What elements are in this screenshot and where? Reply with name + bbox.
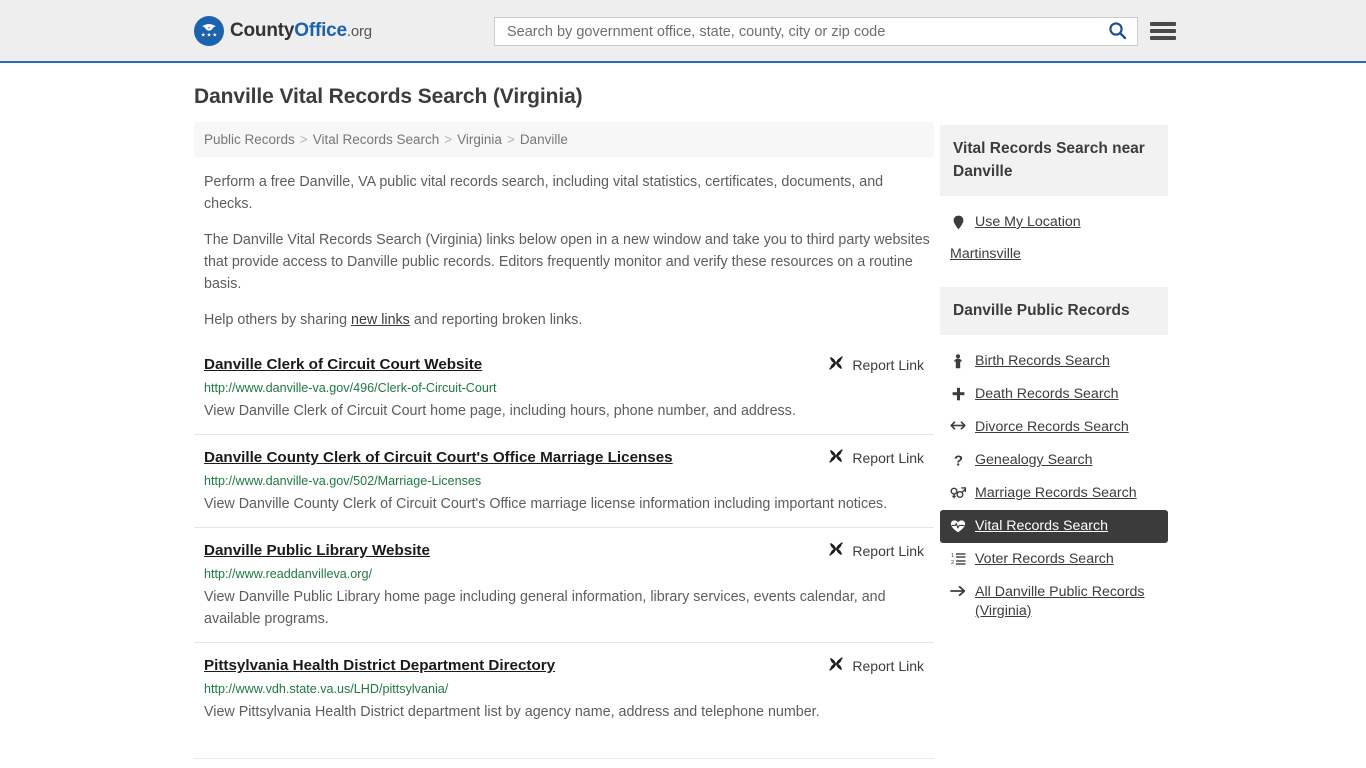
- results-list: Danville Clerk of Circuit Court Website: [194, 347, 934, 735]
- report-link-label: Report Link: [852, 657, 924, 674]
- hamburger-menu-icon[interactable]: [1150, 20, 1176, 42]
- page-title: Danville Vital Records Search (Virginia): [194, 85, 583, 108]
- content-bottom-divider: [194, 758, 934, 759]
- venus-mars-icon: [950, 486, 966, 500]
- report-link-button[interactable]: Report Link: [828, 448, 924, 467]
- breadcrumb-item-vital-records-search[interactable]: Vital Records Search: [313, 132, 440, 147]
- sidebar-item-label: Death Records Search: [975, 386, 1119, 402]
- use-my-location-label: Use My Location: [975, 214, 1081, 230]
- broken-link-icon: [828, 541, 844, 560]
- sidebar-item-label: Birth Records Search: [975, 353, 1110, 369]
- search-icon: [1108, 21, 1127, 43]
- sidebar-item-label: Vital Records Search: [975, 518, 1109, 534]
- result-title-link[interactable]: Pittsylvania Health District Department …: [204, 656, 555, 676]
- broken-link-icon: [828, 656, 844, 675]
- hamburger-bar: [1150, 22, 1176, 26]
- search-input[interactable]: [505, 18, 1106, 45]
- sidebar-item-voter-records-search[interactable]: 1 2 Voter Records Search: [940, 543, 1168, 576]
- svg-text:1: 1: [951, 553, 954, 559]
- sidebar-item-label: Genealogy Search: [975, 452, 1093, 468]
- result-description: View Pittsylvania Health District depart…: [204, 704, 820, 720]
- breadcrumb-separator: >: [506, 132, 515, 147]
- search-bar[interactable]: [494, 17, 1138, 46]
- main-content: Danville Vital Records Search (Virginia)…: [194, 85, 934, 735]
- public-records-panel-body: Birth Records Search Death Records Searc…: [940, 335, 1168, 628]
- hamburger-bar: [1150, 29, 1176, 33]
- sidebar-item-divorce-records-search[interactable]: Divorce Records Search: [940, 411, 1168, 444]
- use-my-location-link[interactable]: Use My Location: [940, 206, 1168, 239]
- search-button[interactable]: [1106, 21, 1129, 43]
- nearby-panel-body: Use My Location Martinsville: [940, 196, 1168, 269]
- result-title-link[interactable]: Danville Public Library Website: [204, 541, 430, 561]
- result-description: View Danville Clerk of Circuit Court hom…: [204, 403, 796, 419]
- result-description: View Danville Public Library home page i…: [204, 589, 886, 627]
- result-url[interactable]: http://www.danville-va.gov/496/Clerk-of-…: [204, 380, 924, 397]
- breadcrumb-item-danville[interactable]: Danville: [520, 132, 568, 147]
- site-header: CountyOffice.org: [0, 0, 1366, 63]
- new-links-link[interactable]: new links: [351, 312, 410, 328]
- breadcrumb-separator: >: [444, 132, 453, 147]
- svg-text:2: 2: [951, 560, 954, 565]
- report-link-label: Report Link: [852, 542, 924, 559]
- sidebar: Vital Records Search near Danville Use M…: [940, 125, 1168, 646]
- baby-icon: [950, 354, 966, 369]
- intro-paragraph-3: Help others by sharing new links and rep…: [194, 309, 934, 331]
- report-link-button[interactable]: Report Link: [828, 656, 924, 675]
- sidebar-item-label: All Danville Public Records (Virginia): [975, 584, 1145, 619]
- nearby-panel: Vital Records Search near Danville Use M…: [940, 125, 1168, 269]
- sidebar-item-genealogy-search[interactable]: ? Genealogy Search: [940, 444, 1168, 477]
- result-url[interactable]: http://www.danville-va.gov/502/Marriage-…: [204, 473, 924, 490]
- public-records-panel-heading: Danville Public Records: [940, 287, 1168, 335]
- result-item: Danville Clerk of Circuit Court Website: [194, 347, 934, 434]
- result-title-link[interactable]: Danville Clerk of Circuit Court Website: [204, 355, 482, 375]
- broken-link-icon: [828, 448, 844, 467]
- breadcrumb-item-public-records[interactable]: Public Records: [204, 132, 295, 147]
- report-link-button[interactable]: Report Link: [828, 541, 924, 560]
- share-text-before: Help others by sharing: [204, 312, 352, 328]
- nearby-city-martinsville[interactable]: Martinsville: [940, 239, 1168, 269]
- map-pin-icon: [950, 215, 966, 230]
- result-url[interactable]: http://www.vdh.state.va.us/LHD/pittsylva…: [204, 681, 924, 698]
- logo-text-office: Office: [294, 19, 347, 41]
- report-link-label: Report Link: [852, 449, 924, 466]
- breadcrumb-separator: >: [299, 132, 308, 147]
- intro-paragraph-2: The Danville Vital Records Search (Virgi…: [204, 232, 930, 292]
- logo-text-county: County: [230, 19, 295, 41]
- result-description: View Danville County Clerk of Circuit Co…: [204, 496, 888, 512]
- svg-text:?: ?: [953, 453, 962, 468]
- sidebar-item-birth-records-search[interactable]: Birth Records Search: [940, 345, 1168, 378]
- arrow-right-icon: [950, 585, 966, 597]
- eagle-shield-icon: [194, 15, 224, 46]
- sidebar-item-all-public-records[interactable]: All Danville Public Records (Virginia): [940, 576, 1168, 628]
- site-logo[interactable]: CountyOffice.org: [194, 15, 372, 46]
- result-title-link[interactable]: Danville County Clerk of Circuit Court's…: [204, 448, 673, 468]
- nearby-panel-heading: Vital Records Search near Danville: [940, 125, 1168, 196]
- report-link-label: Report Link: [852, 356, 924, 373]
- cross-icon: [950, 387, 966, 401]
- report-link-button[interactable]: Report Link: [828, 355, 924, 374]
- result-item: Danville Public Library Website Report L…: [194, 527, 934, 642]
- public-records-panel: Danville Public Records Birth Records Se…: [940, 287, 1168, 628]
- sidebar-item-label: Voter Records Search: [975, 551, 1114, 567]
- arrows-left-right-icon: [950, 420, 966, 431]
- intro-paragraph-1: Perform a free Danville, VA public vital…: [204, 174, 884, 212]
- sidebar-item-marriage-records-search[interactable]: Marriage Records Search: [940, 477, 1168, 510]
- sidebar-item-label: Marriage Records Search: [975, 485, 1137, 501]
- hamburger-bar: [1150, 36, 1176, 40]
- share-text-after: and reporting broken links.: [409, 312, 583, 328]
- sidebar-item-label: Divorce Records Search: [975, 419, 1129, 435]
- question-mark-icon: ?: [950, 453, 966, 468]
- logo-wordmark: CountyOffice.org: [230, 20, 372, 42]
- logo-text-org: .org: [346, 22, 372, 40]
- sidebar-item-vital-records-search[interactable]: Vital Records Search: [940, 510, 1168, 543]
- sidebar-item-death-records-search[interactable]: Death Records Search: [940, 378, 1168, 411]
- broken-link-icon: [828, 355, 844, 374]
- breadcrumb: Public Records > Vital Records Search > Virg…: [194, 122, 934, 157]
- result-item: Pittsylvania Health District Department …: [194, 642, 934, 735]
- breadcrumb-item-virginia[interactable]: Virginia: [457, 132, 502, 147]
- ordered-list-icon: 1 2: [950, 552, 966, 565]
- heartbeat-icon: [950, 519, 966, 534]
- result-url[interactable]: http://www.readdanvilleva.org/: [204, 566, 924, 583]
- result-item: Danville County Clerk of Circuit Court's…: [194, 434, 934, 527]
